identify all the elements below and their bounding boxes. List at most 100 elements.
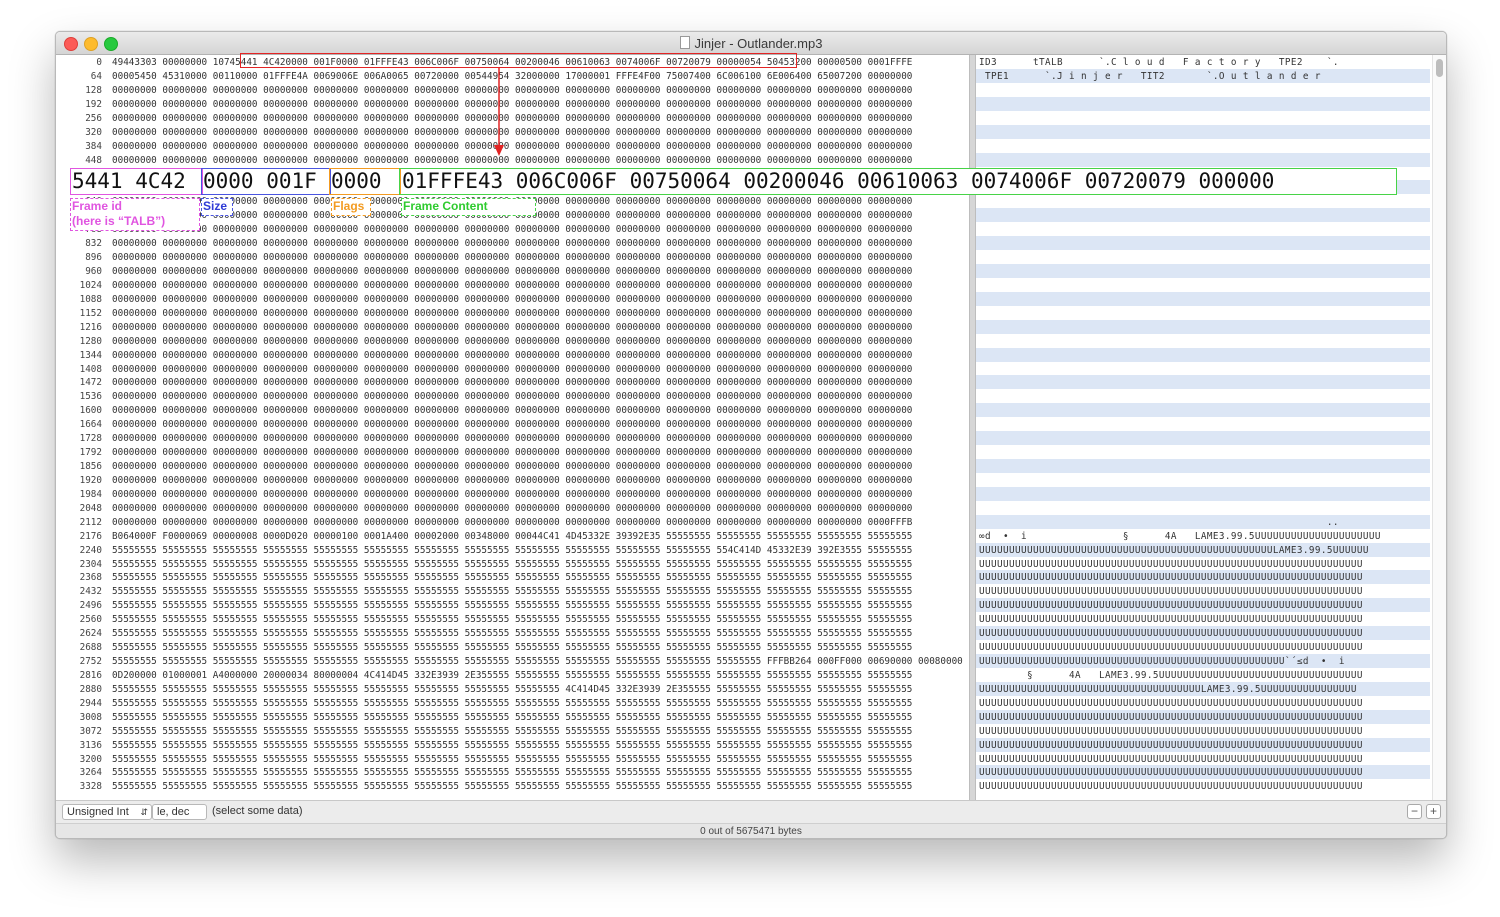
offset-label: 1984 xyxy=(79,488,102,500)
hex-row[interactable]: 55555555 55555555 55555555 55555555 5555… xyxy=(112,571,912,585)
ascii-row[interactable]: UUUUUUUUUUUUUUUUUUUUUUUUUUUUUUUUUUUUUUUU… xyxy=(979,599,1363,613)
hex-row[interactable]: 00000000 00000000 00000000 00000000 0000… xyxy=(112,140,912,154)
hex-row[interactable]: 00000000 00000000 00000000 00000000 0000… xyxy=(112,98,912,112)
ascii-row[interactable]: UUUUUUUUUUUUUUUUUUUUUUUUUUUUUUUUUUUUUUUU… xyxy=(979,766,1363,780)
hex-row[interactable]: 00000000 00000000 00000000 00000000 0000… xyxy=(112,84,912,98)
ascii-row[interactable]: UUUUUUUUUUUUUUUUUUUUUUUUUUUUUUUUUUUUUUUU… xyxy=(979,780,1363,794)
hex-row[interactable]: 00000000 00000000 00000000 00000000 0000… xyxy=(112,293,912,307)
offset-label: 2944 xyxy=(79,697,102,709)
ascii-row[interactable]: ID3 tTALB `.C l o u d F a c t o r y TPE2… xyxy=(979,56,1339,70)
frame-id-note: (here is “TALB”) xyxy=(72,214,166,228)
hex-row[interactable]: 00000000 00000000 00000000 00000000 0000… xyxy=(112,502,912,516)
scrollbar-thumb[interactable] xyxy=(1436,59,1443,77)
hex-row[interactable]: 00000000 00000000 00000000 00000000 0000… xyxy=(112,376,912,390)
ascii-row[interactable]: ∞d • i § 4A LAME3.99.5UUUUUUUUUUUUUUUUUU… xyxy=(979,530,1381,544)
ascii-row[interactable]: UUUUUUUUUUUUUUUUUUUUUUUUUUUUUUUUUUUUUUUU… xyxy=(979,725,1363,739)
hex-row[interactable]: 55555555 55555555 55555555 55555555 5555… xyxy=(112,655,963,669)
ascii-row[interactable]: UUUUUUUUUUUUUUUUUUUUUUUUUUUUUUUUUUUUUUUU… xyxy=(979,739,1363,753)
hex-row[interactable]: 55555555 55555555 55555555 55555555 5555… xyxy=(112,558,912,572)
hex-row[interactable]: 00000000 00000000 00000000 00000000 0000… xyxy=(112,349,912,363)
hex-row[interactable]: 55555555 55555555 55555555 55555555 5555… xyxy=(112,766,912,780)
ascii-row[interactable]: UUUUUUUUUUUUUUUUUUUUUUUUUUUUUUUUUUUUUUUU… xyxy=(979,711,1363,725)
ascii-row[interactable]: UUUUUUUUUUUUUUUUUUUUUUUUUUUUUUUUUUUUUUUU… xyxy=(979,613,1363,627)
ascii-row[interactable]: UUUUUUUUUUUUUUUUUUUUUUUUUUUUUUUUUUUUULAM… xyxy=(979,683,1357,697)
hex-row[interactable]: 00000000 00000000 00000000 00000000 0000… xyxy=(112,390,912,404)
number-type-value: Unsigned Int xyxy=(67,806,129,818)
offset-label: 3008 xyxy=(79,711,102,723)
hex-row[interactable]: 55555555 55555555 55555555 55555555 5555… xyxy=(112,585,912,599)
remove-button[interactable]: − xyxy=(1407,804,1422,819)
offset-label: 1728 xyxy=(79,433,102,445)
hex-row[interactable]: 00000000 00000000 00000000 00000000 0000… xyxy=(112,446,912,460)
hex-row[interactable]: 00000000 00000000 00000000 00000000 0000… xyxy=(112,112,912,126)
hex-row[interactable]: B064000F F0000069 00000008 0000D020 0000… xyxy=(112,530,912,544)
ascii-row[interactable]: TPE1 `.J i n j e r TIT2 `.O u t l a n d … xyxy=(979,70,1321,84)
hex-row[interactable]: 55555555 55555555 55555555 55555555 5555… xyxy=(112,697,912,711)
row-stripe xyxy=(976,431,1430,446)
ascii-row[interactable]: UUUUUUUUUUUUUUUUUUUUUUUUUUUUUUUUUUUUUUUU… xyxy=(979,544,1369,558)
hex-row[interactable]: 55555555 55555555 55555555 55555555 5555… xyxy=(112,780,912,794)
hex-row[interactable]: 0D200000 01000001 A4000000 20000034 8000… xyxy=(112,669,912,683)
offset-label: 0 xyxy=(96,57,102,68)
hex-row[interactable]: 55555555 55555555 55555555 55555555 5555… xyxy=(112,753,912,767)
hex-row[interactable]: 55555555 55555555 55555555 55555555 5555… xyxy=(112,544,912,558)
ascii-row[interactable]: UUUUUUUUUUUUUUUUUUUUUUUUUUUUUUUUUUUUUUUU… xyxy=(979,571,1363,585)
hex-row[interactable]: 00000000 00000000 00000000 00000000 0000… xyxy=(112,418,912,432)
size-box xyxy=(201,168,331,195)
ascii-row[interactable]: UUUUUUUUUUUUUUUUUUUUUUUUUUUUUUUUUUUUUUUU… xyxy=(979,641,1363,655)
hex-row[interactable]: 00000000 00000000 00000000 00000000 0000… xyxy=(112,516,912,530)
hex-editor-window: Jinjer - Outlander.mp3 0 64 128 192 256 320 38… xyxy=(55,31,1447,839)
vertical-scrollbar[interactable] xyxy=(1432,55,1446,800)
hex-row[interactable]: 00000000 00000000 00000000 00000000 0000… xyxy=(112,432,912,446)
ascii-row[interactable]: UUUUUUUUUUUUUUUUUUUUUUUUUUUUUUUUUUUUUUUU… xyxy=(979,697,1363,711)
hex-row[interactable]: 55555555 55555555 55555555 55555555 5555… xyxy=(112,641,912,655)
hex-row[interactable]: 00000000 00000000 00000000 00000000 0000… xyxy=(112,474,912,488)
pane-divider[interactable] xyxy=(969,55,976,800)
hex-row[interactable]: 55555555 55555555 55555555 55555555 5555… xyxy=(112,739,912,753)
endian-select[interactable]: le, dec xyxy=(152,804,207,820)
hex-row[interactable]: 00000000 00000000 00000000 00000000 0000… xyxy=(112,488,912,502)
offset-label: 2368 xyxy=(79,572,102,584)
ascii-row[interactable]: UUUUUUUUUUUUUUUUUUUUUUUUUUUUUUUUUUUUUUUU… xyxy=(979,655,1345,669)
hex-row[interactable]: 00000000 00000000 00000000 00000000 0000… xyxy=(112,237,912,251)
hex-row[interactable]: 00000000 00000000 00000000 00000000 0000… xyxy=(112,265,912,279)
ascii-row[interactable]: UUUUUUUUUUUUUUUUUUUUUUUUUUUUUUUUUUUUUUUU… xyxy=(979,585,1363,599)
hex-row[interactable]: 55555555 55555555 55555555 55555555 5555… xyxy=(112,599,912,613)
offset-label: 384 xyxy=(85,140,102,152)
offset-label: 2624 xyxy=(79,628,102,640)
offset-label: 1088 xyxy=(79,293,102,305)
hex-row[interactable]: 00000000 00000000 00000000 00000000 0000… xyxy=(112,460,912,474)
frame-id-label: Frame id (here is “TALB”) xyxy=(70,198,200,231)
offset-label: 1792 xyxy=(79,447,102,458)
hex-row[interactable]: 00000000 00000000 00000000 00000000 0000… xyxy=(112,321,912,335)
offset-label: 2304 xyxy=(79,558,102,570)
ascii-row[interactable]: UUUUUUUUUUUUUUUUUUUUUUUUUUUUUUUUUUUUUUUU… xyxy=(979,558,1363,572)
offset-label: 1152 xyxy=(79,307,102,319)
hex-row[interactable]: 00000000 00000000 00000000 00000000 0000… xyxy=(112,126,912,140)
hex-row[interactable]: 00005450 45310000 00110000 01FFFE4A 0069… xyxy=(112,70,912,84)
add-button[interactable]: + xyxy=(1426,804,1441,819)
number-type-select[interactable]: Unsigned Int ⇵ xyxy=(62,804,152,820)
hex-row[interactable]: 00000000 00000000 00000000 00000000 0000… xyxy=(112,154,912,168)
hex-row[interactable]: 00000000 00000000 00000000 00000000 0000… xyxy=(112,223,912,237)
hex-row[interactable]: 00000000 00000000 00000000 00000000 0000… xyxy=(112,335,912,349)
hex-row[interactable]: 00000000 00000000 00000000 00000000 0000… xyxy=(112,307,912,321)
hex-row[interactable]: 00000000 00000000 00000000 00000000 0000… xyxy=(112,279,912,293)
hex-row[interactable]: 55555555 55555555 55555555 55555555 5555… xyxy=(112,627,912,641)
ascii-row[interactable]: UUUUUUUUUUUUUUUUUUUUUUUUUUUUUUUUUUUUUUUU… xyxy=(979,627,1363,641)
ascii-row[interactable]: § 4A LAME3.99.5UUUUUUUUUUUUUUUUUUUUUUUUU… xyxy=(979,669,1363,683)
ascii-row[interactable]: .. xyxy=(979,516,1339,530)
hex-row[interactable]: 00000000 00000000 00000000 00000000 0000… xyxy=(112,404,912,418)
offset-label: 3136 xyxy=(79,739,102,751)
ascii-view[interactable]: ID3 tTALB `.C l o u d F a c t o r y TPE2… xyxy=(976,55,1430,800)
hex-row[interactable]: 55555555 55555555 55555555 55555555 5555… xyxy=(112,613,912,627)
ascii-row[interactable]: UUUUUUUUUUUUUUUUUUUUUUUUUUUUUUUUUUUUUUUU… xyxy=(979,753,1363,767)
hex-row[interactable]: 00000000 00000000 00000000 00000000 0000… xyxy=(112,363,912,377)
flags-box xyxy=(329,168,401,195)
hex-row[interactable]: 00000000 00000000 00000000 00000000 0000… xyxy=(112,251,912,265)
hex-row[interactable]: 55555555 55555555 55555555 55555555 5555… xyxy=(112,711,912,725)
hex-row[interactable]: 55555555 55555555 55555555 55555555 5555… xyxy=(112,683,912,697)
hex-view[interactable]: 49443303 00000000 10745441 4C420000 001F… xyxy=(108,55,968,800)
hex-row[interactable]: 55555555 55555555 55555555 55555555 5555… xyxy=(112,725,912,739)
frame-id-label-text: Frame id xyxy=(72,199,123,213)
